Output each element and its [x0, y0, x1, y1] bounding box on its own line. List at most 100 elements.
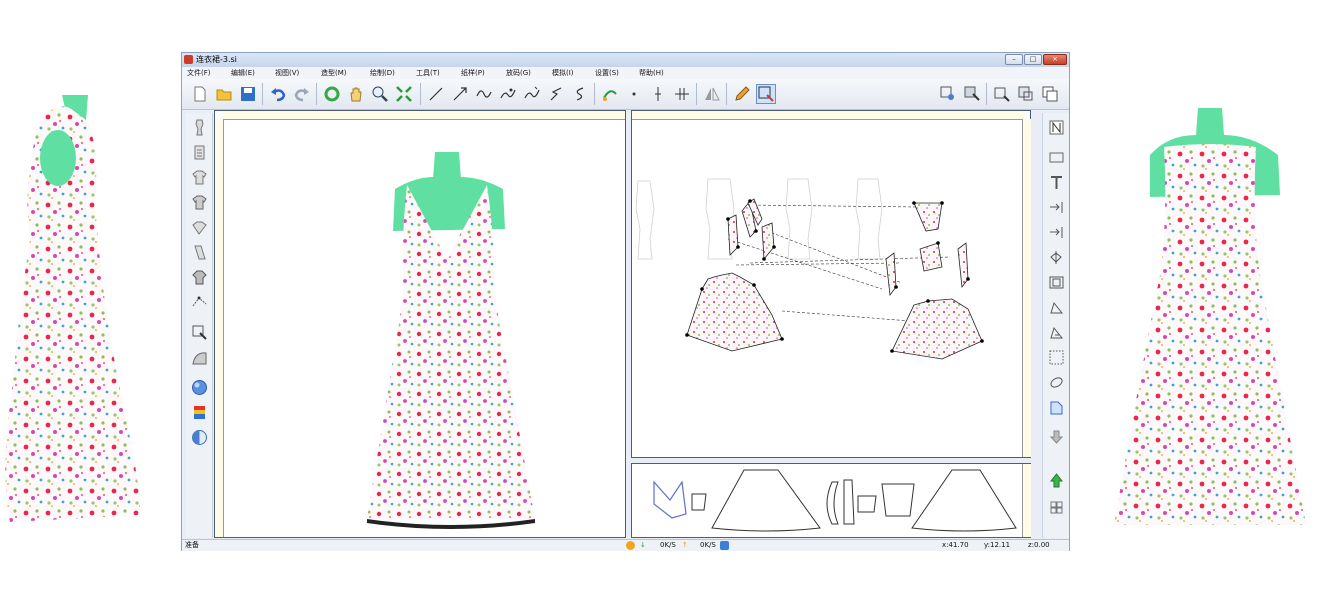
garment-icon[interactable]: [189, 267, 209, 287]
text-icon[interactable]: [1046, 172, 1066, 192]
right-toolbar: [1042, 113, 1069, 538]
minimize-button[interactable]: –: [1005, 54, 1023, 65]
upload-arrow-icon: ↑: [682, 541, 688, 549]
toolbar-separator: [420, 83, 421, 105]
save-icon[interactable]: [238, 84, 258, 104]
toolbar-separator: [696, 83, 697, 105]
cross-tool-icon[interactable]: [672, 84, 692, 104]
pencil-tool-icon[interactable]: [732, 84, 752, 104]
download-icon[interactable]: [1046, 427, 1066, 447]
status-bar: 准备 ↓ 0K/S ↑ 0K/S x:41.70 y:12.11 z:0.00: [182, 539, 1069, 551]
menu-pattern[interactable]: 纸样(P): [461, 67, 485, 79]
open-folder-icon[interactable]: [214, 84, 234, 104]
status-text: 准备: [185, 541, 199, 549]
ellipse-tool-icon[interactable]: [1046, 372, 1066, 392]
coord-x: x:41.70: [942, 541, 969, 549]
notch-tool-icon[interactable]: [648, 84, 668, 104]
select-points-icon[interactable]: [189, 292, 209, 312]
pattern-pieces-thumbnails: [653, 469, 1017, 532]
mirror-tool-icon[interactable]: [702, 84, 722, 104]
browser-icon: [720, 541, 729, 550]
vertical-ruler: [215, 119, 224, 537]
color-gradient-icon[interactable]: [189, 402, 209, 422]
3d-dress-model: [367, 152, 535, 529]
menu-edit[interactable]: 编辑(E): [231, 67, 255, 79]
download-arrow-icon: ↓: [640, 541, 646, 549]
new-file-icon[interactable]: [190, 84, 210, 104]
shirt-back-icon[interactable]: [189, 192, 209, 212]
rotate-view-icon[interactable]: [322, 84, 342, 104]
mannequin-list-icon[interactable]: [189, 142, 209, 162]
sewing-link-icon[interactable]: [600, 84, 620, 104]
toolbar-separator: [262, 83, 263, 105]
fold-line-icon[interactable]: [1046, 247, 1066, 267]
window-title: 连衣裙-3.si: [196, 55, 237, 64]
piece-edit-icon[interactable]: [189, 322, 209, 342]
network-status-icon: [626, 541, 635, 550]
3d-view-panel[interactable]: [214, 110, 626, 538]
menu-bar: 文件(F) 编辑(E) 视图(V) 造型(M) 绘制(D) 工具(T) 纸样(P…: [182, 67, 1069, 79]
collar-icon[interactable]: [189, 217, 209, 237]
fabric-edge-icon[interactable]: [189, 347, 209, 367]
arrow-line-icon[interactable]: [450, 84, 470, 104]
piece-import-icon[interactable]: [1046, 397, 1066, 417]
pattern-seam-icon[interactable]: [1046, 322, 1066, 342]
curve-tool-icon[interactable]: [474, 84, 494, 104]
toolbar-separator: [726, 83, 727, 105]
horizontal-ruler: [223, 111, 625, 120]
undo-icon[interactable]: [268, 84, 288, 104]
rectangle-icon[interactable]: [1046, 147, 1066, 167]
sleeve-icon[interactable]: [189, 242, 209, 262]
piece-move-icon[interactable]: [938, 84, 958, 104]
menu-view[interactable]: 视图(V): [275, 67, 299, 79]
left-toolbar: [186, 113, 213, 538]
close-button[interactable]: ×: [1043, 54, 1067, 65]
frame-icon[interactable]: [1046, 272, 1066, 292]
right-arrow-bar-icon[interactable]: [1046, 197, 1066, 217]
piece-arrange-icon[interactable]: [992, 84, 1012, 104]
north-icon[interactable]: [1046, 117, 1066, 137]
right-arrow-bar2-icon[interactable]: [1046, 222, 1066, 242]
dotted-frame-icon[interactable]: [1046, 347, 1066, 367]
redo-icon[interactable]: [292, 84, 312, 104]
fit-view-icon[interactable]: [394, 84, 414, 104]
menu-grading[interactable]: 放码(G): [506, 67, 531, 79]
pattern-layout: [635, 178, 984, 360]
menu-simulate[interactable]: 模拟(I): [552, 67, 574, 79]
toolbar-separator: [986, 83, 987, 105]
menu-help[interactable]: 帮助(H): [639, 67, 664, 79]
menu-file[interactable]: 文件(F): [187, 67, 211, 79]
point-tool-icon[interactable]: [624, 84, 644, 104]
menu-draw[interactable]: 绘制(D): [370, 67, 395, 79]
zoom-icon[interactable]: [370, 84, 390, 104]
pan-hand-icon[interactable]: [346, 84, 366, 104]
select-piece-icon[interactable]: [756, 84, 776, 104]
maximize-button[interactable]: □: [1024, 54, 1042, 65]
piece-select-icon[interactable]: [962, 84, 982, 104]
curve-adjust-icon[interactable]: [522, 84, 542, 104]
upload-arrow-icon[interactable]: [1046, 470, 1066, 490]
coord-z: z:0.00: [1028, 541, 1050, 549]
seam-tool-icon[interactable]: [546, 84, 566, 104]
main-toolbar: [182, 79, 1069, 110]
seam-curve-icon[interactable]: [570, 84, 590, 104]
line-tool-icon[interactable]: [426, 84, 446, 104]
application-window: 连衣裙-3.si – □ × 文件(F) 编辑(E) 视图(V) 造型(M) 绘…: [181, 52, 1070, 551]
menu-tools[interactable]: 工具(T): [416, 67, 440, 79]
piece-copy-icon[interactable]: [1040, 84, 1060, 104]
menu-model[interactable]: 造型(M): [321, 67, 347, 79]
app-logo-icon: [184, 55, 193, 64]
material-sphere-icon[interactable]: [189, 377, 209, 397]
half-sphere-icon[interactable]: [189, 427, 209, 447]
toolbar-separator: [594, 83, 595, 105]
pattern-check-icon[interactable]: [1046, 297, 1066, 317]
upload-speed: 0K/S: [700, 541, 716, 549]
menu-settings[interactable]: 设置(S): [595, 67, 619, 79]
curve-edit-icon[interactable]: [498, 84, 518, 104]
pattern-pieces-panel[interactable]: [631, 463, 1031, 538]
mannequin-icon[interactable]: [189, 117, 209, 137]
shirt-icon[interactable]: [189, 167, 209, 187]
grid-icon[interactable]: [1046, 497, 1066, 517]
piece-layer-icon[interactable]: [1016, 84, 1036, 104]
2d-pattern-panel[interactable]: [631, 110, 1031, 458]
